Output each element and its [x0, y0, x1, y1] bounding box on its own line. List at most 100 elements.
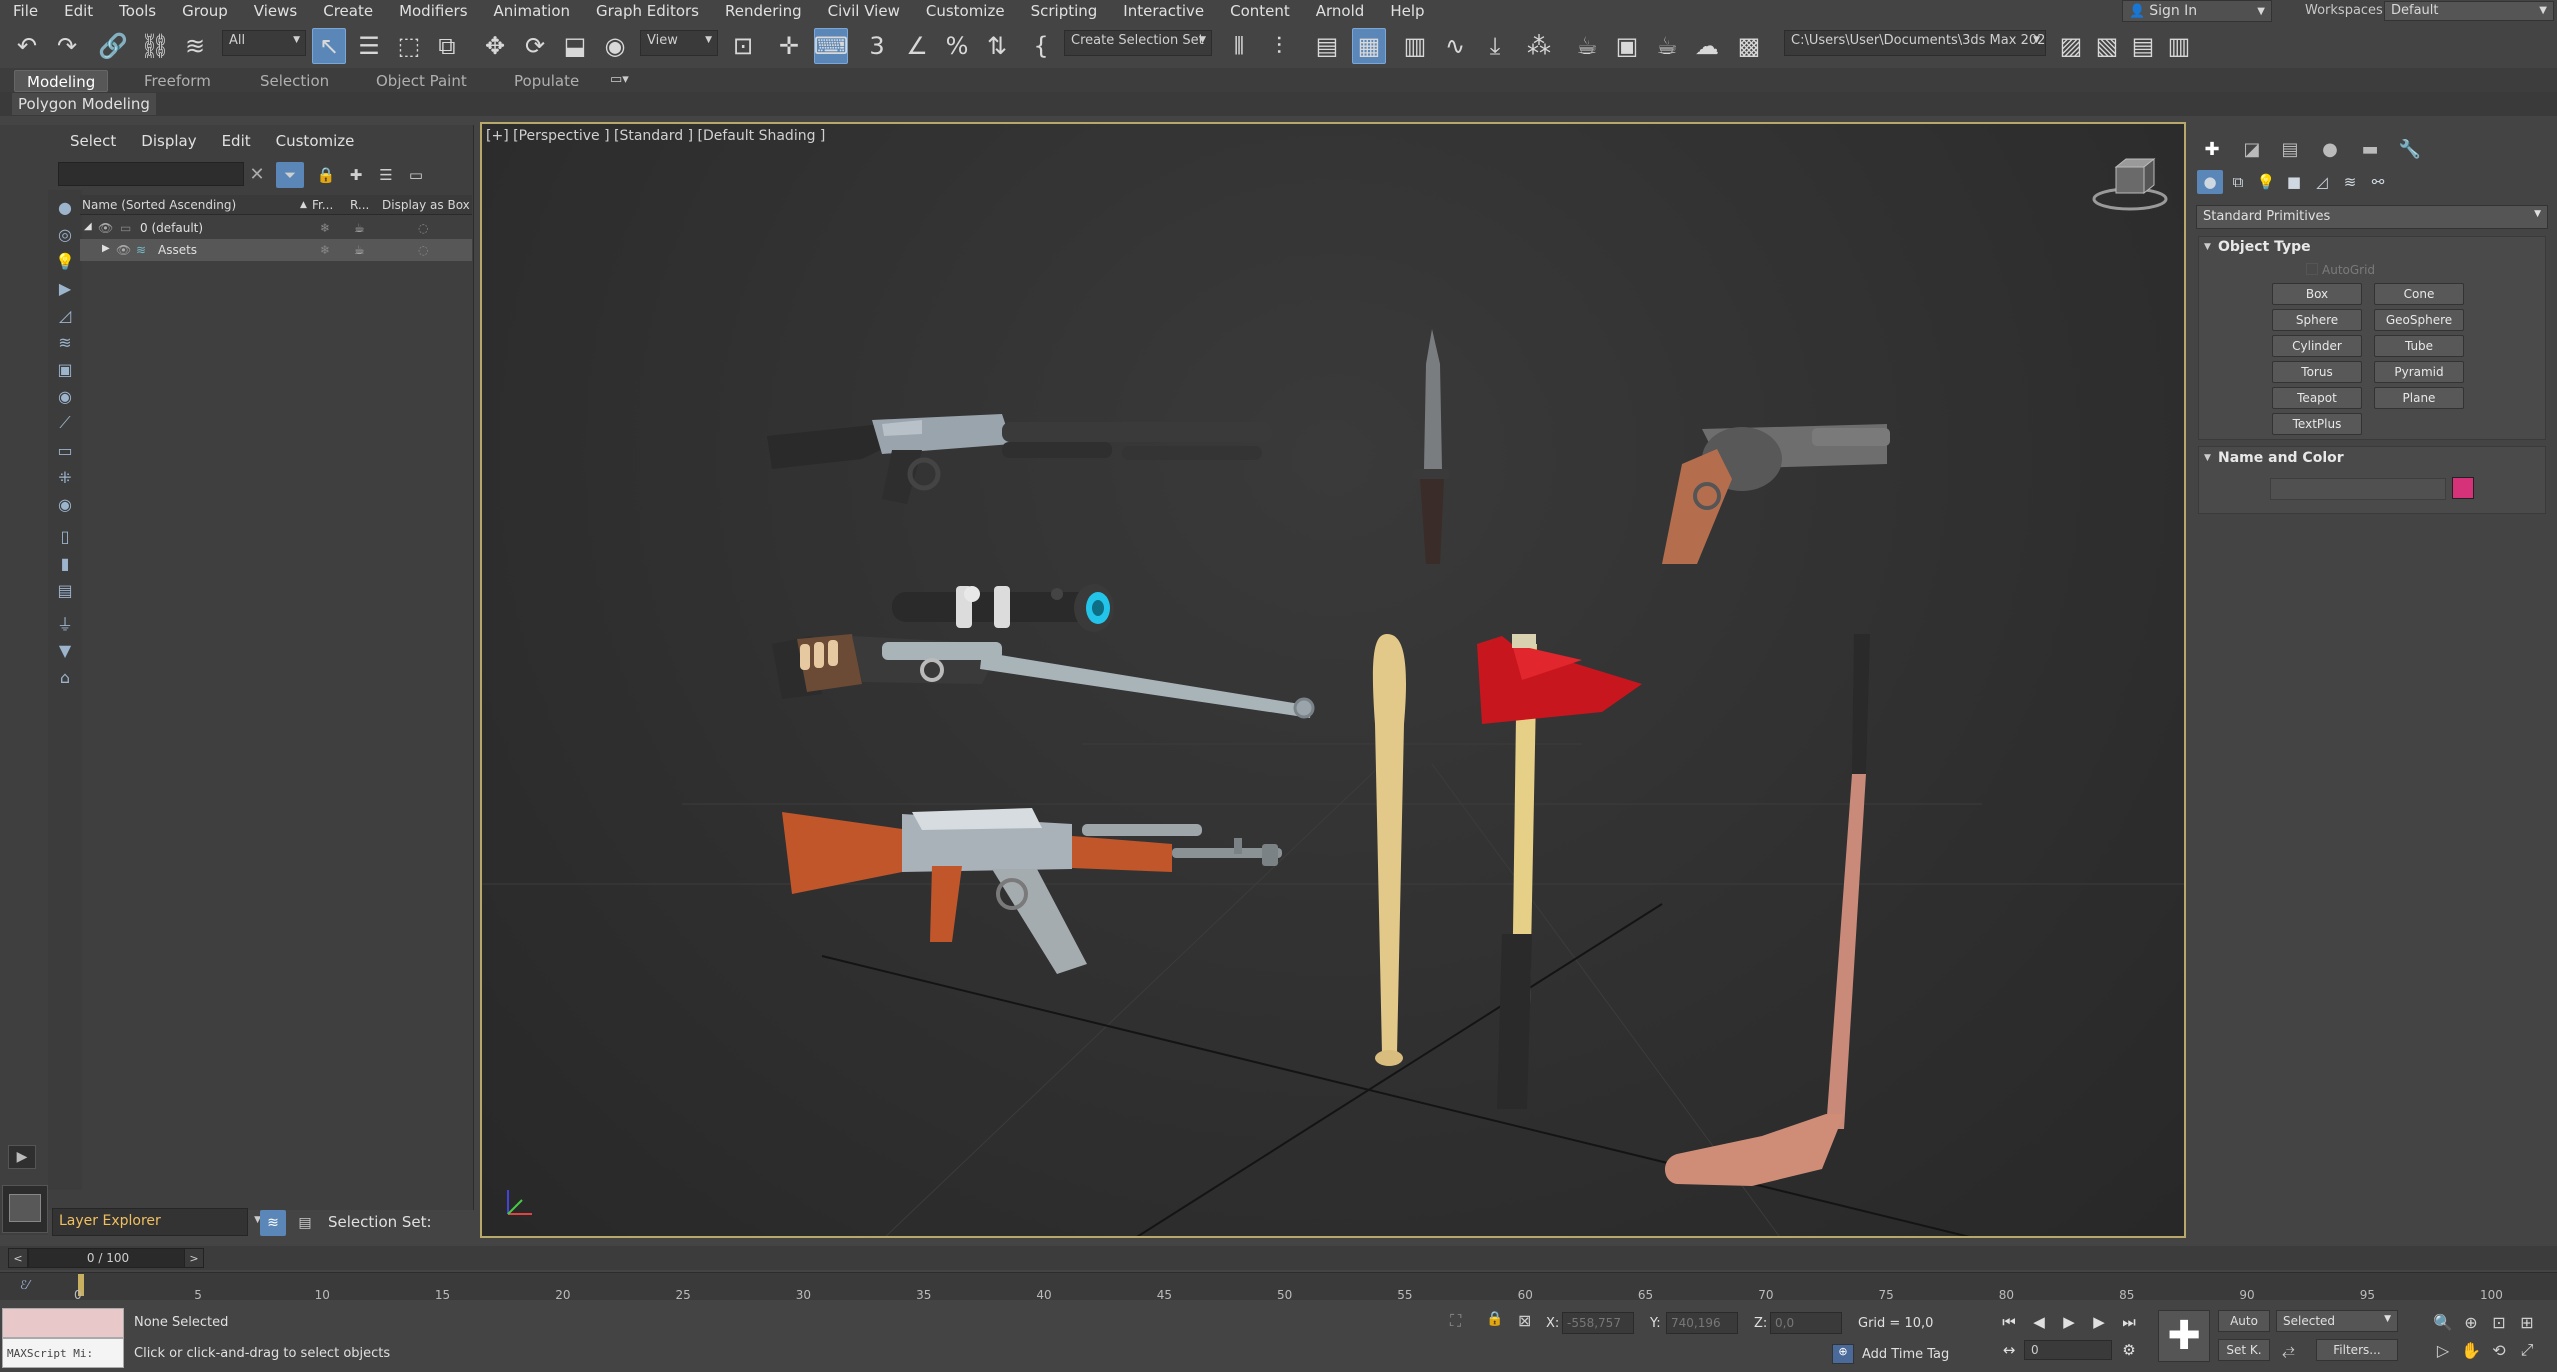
toggle-scene-explorer-icon[interactable]: ▤ [1310, 28, 1344, 64]
ribbon-options-icon[interactable]: ▭▾ [610, 72, 629, 87]
object-color-swatch[interactable] [2452, 477, 2474, 499]
y-coordinate-field[interactable]: 740,196 [1666, 1312, 1738, 1334]
display-helpers-icon[interactable]: ◿ [52, 304, 78, 326]
pivot-center-icon[interactable]: ⊡ [726, 28, 760, 64]
time-tag-icon[interactable]: ⊕ [1832, 1344, 1854, 1364]
percent-snap-icon[interactable]: % [940, 28, 974, 64]
display-all-icon[interactable]: ◉ [52, 493, 78, 515]
zoom-extents-icon[interactable]: ⊡ [2486, 1310, 2512, 1334]
create-tab-icon[interactable]: ✚ [2196, 135, 2228, 163]
selection-set-icon[interactable]: ▤ [292, 1210, 318, 1236]
mirror-icon[interactable]: ⫴ [1222, 28, 1256, 64]
select-scale-icon[interactable]: ⬓ [558, 28, 592, 64]
menu-scripting[interactable]: Scripting [1018, 2, 1111, 20]
systems-icon[interactable]: ⚯ [2365, 170, 2391, 194]
display-spacewarps-icon[interactable]: ≋ [52, 331, 78, 353]
expand-arrow-icon[interactable]: ◢ [84, 221, 92, 232]
menu-modifiers[interactable]: Modifiers [386, 2, 480, 20]
space-warps-icon[interactable]: ≋ [2337, 170, 2363, 194]
maximize-viewport-icon[interactable]: ⤢ [2514, 1338, 2540, 1362]
column-render[interactable]: R... [350, 198, 369, 212]
tab-freeform[interactable]: Freeform [132, 70, 223, 92]
isolate-selection-icon[interactable]: ⛶ [1450, 1311, 1461, 1331]
display-shapes-icon[interactable]: ◎ [52, 223, 78, 245]
tab-populate[interactable]: Populate [502, 70, 591, 92]
material-editor-icon[interactable]: ⁂ [1522, 28, 1556, 64]
filter-funnel-icon[interactable]: ▼ [52, 639, 78, 661]
render-setup-icon[interactable]: ☕ [1570, 28, 1604, 64]
angle-snap-icon[interactable]: ∠ [900, 28, 934, 64]
display-cameras-icon[interactable]: ▶ [52, 277, 78, 299]
column-freeze[interactable]: Fr... [312, 198, 333, 212]
tab-modeling[interactable]: Modeling [14, 70, 109, 92]
snaps-toggle-icon[interactable]: 3 [860, 28, 894, 64]
spinner-snap-icon[interactable]: ⇅ [980, 28, 1014, 64]
reference-coordinate-dropdown[interactable]: View ▼ [640, 30, 718, 56]
geosphere-button[interactable]: GeoSphere [2374, 309, 2464, 331]
display-bones-icon[interactable]: ⟋ [52, 412, 78, 434]
perspective-viewport[interactable] [480, 122, 2186, 1238]
display-particles-icon[interactable]: ⁜ [52, 466, 78, 488]
menu-interactive[interactable]: Interactive [1110, 2, 1217, 20]
freeze-icon[interactable]: ❄ [320, 243, 330, 257]
key-filters-icon[interactable]: ⥄ [2282, 1340, 2295, 1360]
explorer-menu-select[interactable]: Select [70, 132, 116, 158]
link-icon[interactable]: 🔗 [96, 28, 130, 64]
menu-customize[interactable]: Customize [913, 2, 1018, 20]
render-shortcut-icon[interactable]: ▩ [1732, 28, 1766, 64]
find-icon[interactable]: ▤ [52, 579, 78, 601]
sync-selection-icon[interactable]: ⌂ [52, 666, 78, 688]
orbit-icon[interactable]: ⟲ [2486, 1338, 2512, 1362]
unlink-icon[interactable]: ⛓ [138, 28, 172, 64]
autogrid-checkbox[interactable]: AutoGrid [2306, 263, 2375, 277]
display-none-icon[interactable]: ▯ [52, 525, 78, 547]
filter-icon[interactable]: ⏷ [276, 162, 304, 188]
explorer-menu-display[interactable]: Display [141, 132, 196, 158]
rectangular-selection-icon[interactable]: ⬚ [392, 28, 426, 64]
open-container-icon[interactable]: ▤ [2126, 28, 2160, 64]
absolute-mode-icon[interactable]: ⊠ [1518, 1311, 1531, 1330]
viewport-label[interactable]: [+] [Perspective ] [Standard ] [Default … [486, 128, 825, 144]
align-icon[interactable]: ⫶ [1262, 28, 1296, 64]
box-toggle-icon[interactable]: ◌ [418, 243, 428, 257]
create-layer-icon[interactable]: ✚ [342, 162, 370, 188]
menu-content[interactable]: Content [1217, 2, 1303, 20]
column-display-as-box[interactable]: Display as Box [382, 198, 470, 212]
explorer-menu-customize[interactable]: Customize [276, 132, 355, 158]
window-crossing-icon[interactable]: ⧉ [430, 28, 464, 64]
chevron-right-icon[interactable]: > [184, 1248, 204, 1268]
select-object-icon[interactable]: ↖ [312, 28, 346, 64]
display-groups-icon[interactable]: ▣ [52, 358, 78, 380]
filter-icon[interactable]: ⏚ [52, 612, 78, 634]
render-teapot-icon[interactable]: ☕ [354, 243, 365, 257]
add-time-tag-button[interactable]: Add Time Tag [1862, 1347, 1949, 1362]
eye-icon[interactable]: 👁 [98, 221, 113, 235]
pan-view-icon[interactable]: ✋ [2458, 1338, 2484, 1362]
layer-explorer-dropdown[interactable]: Layer Explorer ▼ [52, 1208, 261, 1236]
selection-lock-icon[interactable]: 🔒 [1486, 1311, 1503, 1327]
chevron-left-icon[interactable]: < [8, 1248, 28, 1268]
zoom-extents-all-icon[interactable]: ⊞ [2514, 1310, 2540, 1334]
set-project-folder-icon[interactable]: ▨ [2054, 28, 2088, 64]
freeze-icon[interactable]: ❄ [320, 221, 330, 235]
menu-civil-view[interactable]: Civil View [815, 2, 913, 20]
field-of-view-icon[interactable]: ▷ [2430, 1338, 2456, 1362]
render-teapot-icon[interactable]: ☕ [354, 221, 365, 235]
curve-editor-icon[interactable]: ∿ [1438, 28, 1472, 64]
display-lights-icon[interactable]: 💡 [52, 250, 78, 272]
box-button[interactable]: Box [2272, 283, 2362, 305]
display-tab-icon[interactable]: ▬ [2354, 135, 2386, 163]
box-toggle-icon[interactable]: ◌ [418, 221, 428, 235]
render-production-icon[interactable]: ☕ [1650, 28, 1684, 64]
menu-rendering[interactable]: Rendering [712, 2, 815, 20]
bind-spacewarp-icon[interactable]: ≋ [178, 28, 212, 64]
select-move-icon[interactable]: ✥ [478, 28, 512, 64]
named-selection-edit-icon[interactable]: { [1024, 28, 1058, 64]
zoom-icon[interactable]: 🔍 [2430, 1310, 2456, 1334]
tab-selection[interactable]: Selection [248, 70, 341, 92]
polygon-modeling-button[interactable]: Polygon Modeling [12, 93, 156, 115]
menu-arnold[interactable]: Arnold [1303, 2, 1378, 20]
close-icon[interactable]: ✕ [246, 162, 268, 186]
motion-tab-icon[interactable]: ● [2314, 135, 2346, 163]
utilities-tab-icon[interactable]: 🔧 [2394, 135, 2426, 163]
